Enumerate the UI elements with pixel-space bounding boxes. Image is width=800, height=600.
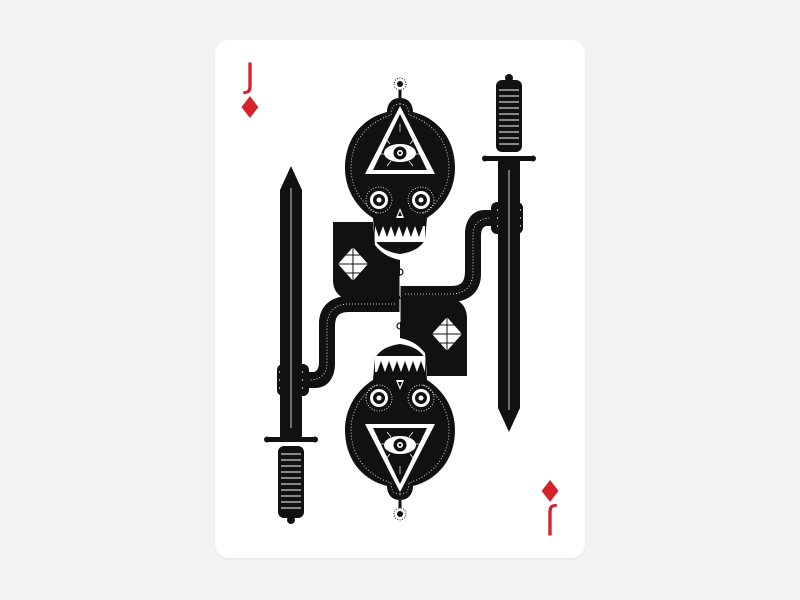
jack-lower-half — [263, 165, 468, 525]
diamond-icon: ♦ — [536, 472, 564, 507]
card-rank-inverted: J — [544, 502, 556, 542]
card-index-bottom-right: J ♦ — [530, 472, 570, 542]
jack-upper-half — [332, 73, 537, 433]
playing-card-jack-of-diamonds: J ♦ J ♦ — [215, 40, 585, 558]
